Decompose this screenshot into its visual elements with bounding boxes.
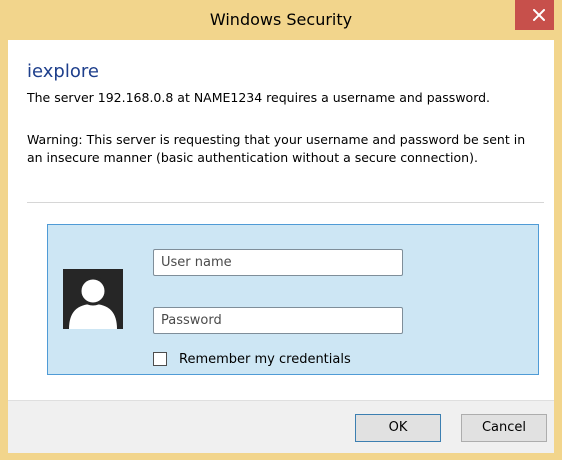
windows-security-dialog: Windows Security iexplore The server 192…: [0, 0, 562, 460]
title-bar[interactable]: Windows Security: [0, 0, 562, 40]
window-frame-right: [554, 0, 562, 460]
remember-credentials-checkbox[interactable]: [153, 352, 167, 366]
app-name: iexplore: [27, 61, 99, 82]
dialog-footer: OK Cancel: [8, 400, 554, 453]
window-frame-bottom: [0, 452, 562, 460]
credential-tile[interactable]: User name Password Remember my credentia…: [47, 224, 539, 375]
cancel-button[interactable]: Cancel: [461, 414, 547, 442]
server-message: The server 192.168.0.8 at NAME1234 requi…: [27, 90, 491, 105]
avatar-silhouette: [69, 276, 117, 329]
remember-credentials-label[interactable]: Remember my credentials: [179, 352, 351, 367]
window-title: Windows Security: [209, 10, 353, 29]
dialog-content: iexplore The server 192.168.0.8 at NAME1…: [8, 40, 554, 453]
close-icon: [532, 9, 545, 21]
password-field[interactable]: Password: [153, 307, 403, 334]
username-field[interactable]: User name: [153, 249, 403, 276]
username-placeholder: User name: [161, 255, 232, 270]
remember-credentials-option[interactable]: Remember my credentials: [153, 351, 351, 367]
window-frame-left: [0, 0, 8, 460]
divider: [27, 202, 544, 203]
password-placeholder: Password: [161, 313, 222, 328]
ok-button[interactable]: OK: [355, 414, 441, 442]
warning-message: Warning: This server is requesting that …: [27, 132, 526, 165]
user-avatar-icon: [63, 269, 123, 329]
